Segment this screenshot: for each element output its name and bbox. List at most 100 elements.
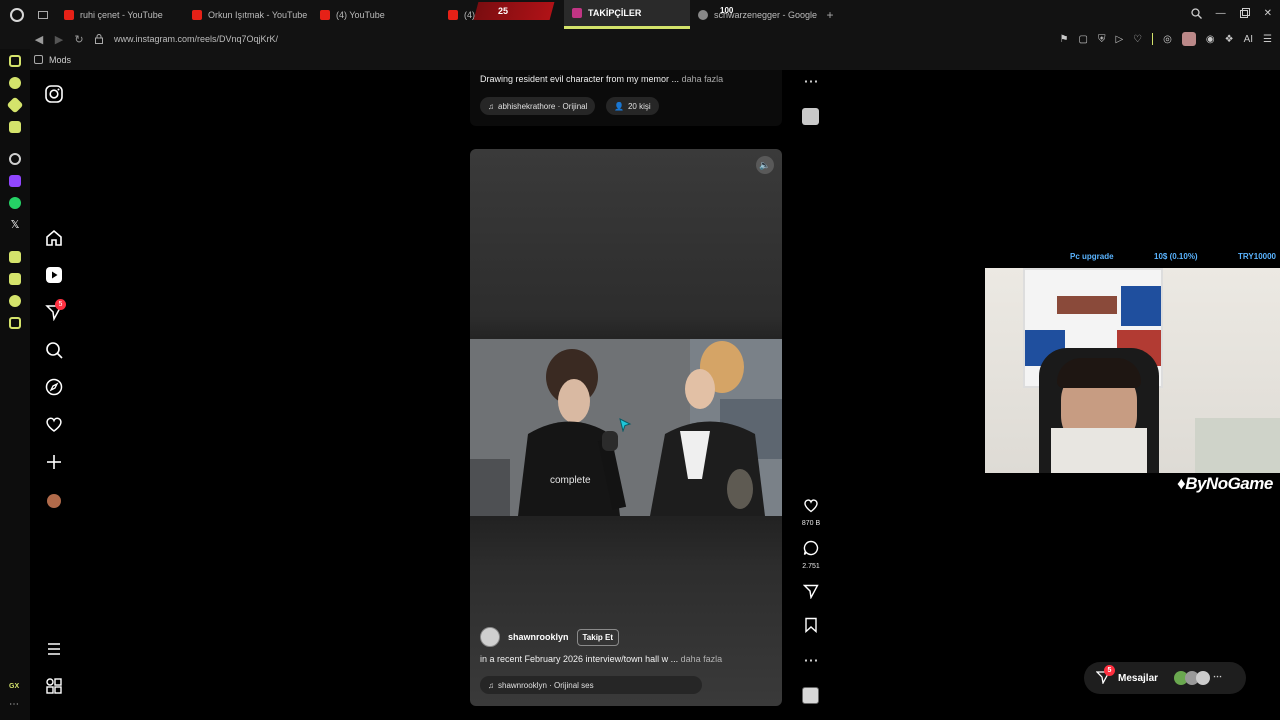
webcam-feed bbox=[985, 268, 1280, 473]
heart-icon[interactable]: ♡ bbox=[1133, 34, 1142, 45]
url-field[interactable]: www.instagram.com/reels/DVnq7OqjKrK/ bbox=[114, 34, 278, 44]
more-icon[interactable]: ⋯ bbox=[9, 700, 21, 713]
twitch-icon[interactable] bbox=[9, 175, 21, 187]
author-avatar[interactable] bbox=[480, 627, 500, 647]
music-icon: ♫ bbox=[488, 680, 494, 690]
comment-button[interactable]: 2.751 bbox=[797, 540, 825, 570]
previous-reel-caption: Drawing resident evil character from my … bbox=[480, 74, 724, 84]
reel-author: shawnrooklyn Takip Et bbox=[480, 627, 620, 647]
opera-sidebar: 𝕏 GX ⋯ bbox=[0, 49, 30, 720]
sidebar-app-icon[interactable] bbox=[9, 251, 21, 263]
whatsapp-icon[interactable] bbox=[9, 197, 21, 209]
restore-icon[interactable] bbox=[1239, 8, 1250, 18]
search-icon[interactable] bbox=[1190, 8, 1202, 19]
meta-apps-icon[interactable] bbox=[44, 677, 64, 697]
music-icon: ♫ bbox=[488, 101, 494, 111]
instagram-logo-icon[interactable] bbox=[44, 85, 64, 105]
play-icon[interactable]: ▷ bbox=[1115, 34, 1123, 45]
chatgpt-icon[interactable] bbox=[9, 153, 21, 165]
reload-icon[interactable]: ↻ bbox=[72, 32, 86, 46]
save-button[interactable] bbox=[797, 617, 825, 638]
gx-label[interactable]: GX bbox=[9, 681, 21, 693]
opera-logo-icon[interactable] bbox=[10, 7, 24, 22]
create-icon[interactable] bbox=[44, 453, 64, 473]
tab-takipciler[interactable]: TAKİPÇİLER bbox=[564, 0, 690, 29]
previous-audio-thumb[interactable] bbox=[802, 108, 819, 125]
shirt-text: complete bbox=[550, 475, 591, 486]
explore-icon[interactable] bbox=[44, 378, 64, 398]
messages-icon[interactable]: 5 bbox=[44, 299, 66, 323]
more-options-button[interactable]: ⋯ bbox=[797, 652, 825, 670]
search-icon[interactable] bbox=[44, 341, 64, 361]
youtube-icon bbox=[64, 9, 74, 20]
mods-bookmark[interactable]: Mods bbox=[49, 55, 71, 65]
messages-badge: 5 bbox=[1104, 664, 1115, 676]
new-tab-button[interactable]: + bbox=[820, 0, 840, 29]
minimize-icon[interactable]: — bbox=[1216, 8, 1226, 19]
instagram-icon bbox=[572, 8, 582, 18]
comment-count: 2.751 bbox=[802, 563, 820, 570]
toolbar-actions: ⚑ ▢ ⛨ ▷ ♡ ◎ ◉ ❖ AI ☰ bbox=[1060, 29, 1272, 49]
author-username[interactable]: shawnrooklyn bbox=[508, 632, 569, 642]
x-icon[interactable]: 𝕏 bbox=[9, 219, 21, 231]
message-avatars: ⋯ bbox=[1174, 671, 1222, 685]
reels-icon[interactable] bbox=[44, 266, 64, 286]
heart-icon[interactable] bbox=[44, 415, 64, 435]
sidebar-app-icon[interactable] bbox=[9, 121, 21, 133]
follow-button[interactable]: Takip Et bbox=[576, 628, 620, 646]
more-link[interactable]: daha fazla bbox=[682, 74, 724, 84]
share-button[interactable] bbox=[797, 583, 825, 604]
previous-reel-card: Drawing resident evil character from my … bbox=[470, 70, 782, 126]
sidebar-app-icon[interactable] bbox=[6, 96, 24, 114]
forward-icon[interactable]: ▶ bbox=[52, 32, 66, 46]
gx-corner-icon[interactable] bbox=[9, 55, 21, 67]
youtube-icon bbox=[448, 9, 458, 20]
sidebar-app-icon[interactable] bbox=[9, 273, 21, 285]
sidebar-app-icon[interactable] bbox=[9, 77, 21, 89]
close-icon[interactable]: ✕ bbox=[1264, 8, 1272, 19]
crypto-icon[interactable]: ❖ bbox=[1225, 34, 1234, 45]
people-pill[interactable]: 👤 20 kişi bbox=[606, 97, 659, 115]
send-icon: 5 bbox=[1095, 664, 1115, 687]
bookmark-icon[interactable]: ⚑ bbox=[1060, 34, 1069, 45]
tab-instagram-1[interactable]: (4) In 25 bbox=[440, 0, 564, 29]
bookmark-icon bbox=[797, 617, 825, 638]
bookmarks-bar: Mods bbox=[0, 49, 1280, 70]
sidebar-app-icon[interactable] bbox=[9, 317, 21, 329]
person-icon: 👤 bbox=[614, 101, 624, 111]
previous-more-button[interactable]: ⋯ bbox=[797, 73, 825, 91]
back-icon[interactable]: ◀ bbox=[32, 32, 46, 46]
tab-count-badge: 100 bbox=[720, 6, 734, 15]
tab-youtube[interactable]: (4) YouTube bbox=[312, 0, 440, 29]
tab-count-overlay: 25 bbox=[473, 2, 555, 20]
tab-orkun-isitmak[interactable]: Orkun Işıtmak - YouTube bbox=[184, 0, 312, 29]
notification-badge: 5 bbox=[55, 299, 66, 310]
messages-button[interactable]: 5 Mesajlar ⋯ bbox=[1084, 662, 1246, 694]
donation-goal-bar: Pc upgrade 10$ (0.10%) TRY10000 bbox=[1070, 252, 1276, 261]
more-icon: ⋯ bbox=[803, 652, 819, 669]
tab-overview-icon[interactable] bbox=[34, 0, 56, 29]
menu-icon[interactable]: ☰ bbox=[1263, 34, 1272, 45]
audio-pill[interactable]: ♫ shawnrooklyn · Orijinal ses bbox=[480, 676, 702, 694]
home-icon[interactable] bbox=[44, 229, 64, 249]
tab-bar: ruhi çenet - YouTube Orkun Işıtmak - You… bbox=[0, 0, 1280, 29]
cursor-icon bbox=[619, 418, 632, 432]
ai-button[interactable]: AI bbox=[1244, 34, 1253, 45]
snapshot-icon[interactable]: ▢ bbox=[1079, 34, 1088, 45]
sidebar-app-icon[interactable] bbox=[9, 295, 21, 307]
comment-icon bbox=[797, 540, 825, 561]
more-link[interactable]: daha fazla bbox=[681, 654, 723, 664]
bynogame-logo: ♦ByNoGame bbox=[1177, 474, 1273, 493]
vpn-icon[interactable]: ◉ bbox=[1206, 34, 1215, 45]
more-menu-icon[interactable] bbox=[44, 640, 64, 660]
like-button[interactable]: 870 B bbox=[797, 497, 825, 527]
profile-avatar[interactable] bbox=[44, 491, 64, 511]
tab-google-search[interactable]: schwarzenegger - Google 100 bbox=[690, 0, 820, 29]
audio-pill[interactable]: ♫ abhishekrathore · Orijinal bbox=[480, 97, 596, 115]
extension-icon[interactable]: ◎ bbox=[1163, 34, 1172, 45]
tab-ruhi-cenet[interactable]: ruhi çenet - YouTube bbox=[56, 0, 184, 29]
audio-thumbnail[interactable] bbox=[802, 687, 819, 704]
volume-icon[interactable]: 🔈 bbox=[756, 156, 774, 174]
shield-icon[interactable]: ⛨ bbox=[1098, 34, 1106, 45]
profile-avatar[interactable] bbox=[1181, 32, 1196, 46]
